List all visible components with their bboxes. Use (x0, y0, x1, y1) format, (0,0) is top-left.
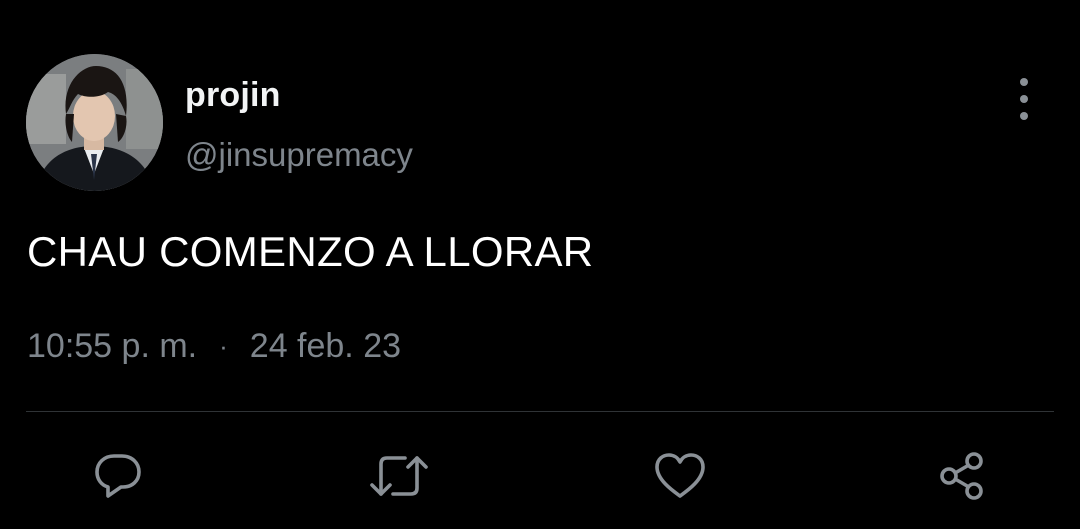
retweet-icon (370, 456, 428, 496)
share-button[interactable] (932, 446, 992, 506)
tweet-card: projin @jinsupremacy CHAU COMENZO A LLOR… (0, 0, 1080, 529)
meta-separator: · (219, 331, 228, 361)
more-vertical-icon-dot (1020, 95, 1028, 103)
tweet-text: CHAU COMENZO A LLORAR (27, 228, 594, 275)
divider (26, 411, 1054, 412)
avatar-photo (26, 54, 163, 191)
author-display-name[interactable]: projin (185, 76, 281, 115)
more-options-button[interactable] (1004, 78, 1044, 120)
more-vertical-icon-dot (1020, 112, 1028, 120)
avatar[interactable] (26, 54, 163, 191)
author-handle[interactable]: @jinsupremacy (185, 136, 413, 174)
reply-button[interactable] (88, 446, 148, 506)
tweet-timestamp[interactable]: 10:55 p. m. · 24 feb. 23 (27, 327, 401, 366)
reply-icon (95, 454, 141, 498)
share-icon (940, 452, 983, 500)
more-vertical-icon (1020, 78, 1028, 86)
like-button[interactable] (650, 446, 710, 506)
tweet-date: 24 feb. 23 (249, 327, 402, 365)
retweet-button[interactable] (369, 446, 429, 506)
tweet-time: 10:55 p. m. (27, 327, 198, 365)
heart-icon (655, 453, 705, 498)
